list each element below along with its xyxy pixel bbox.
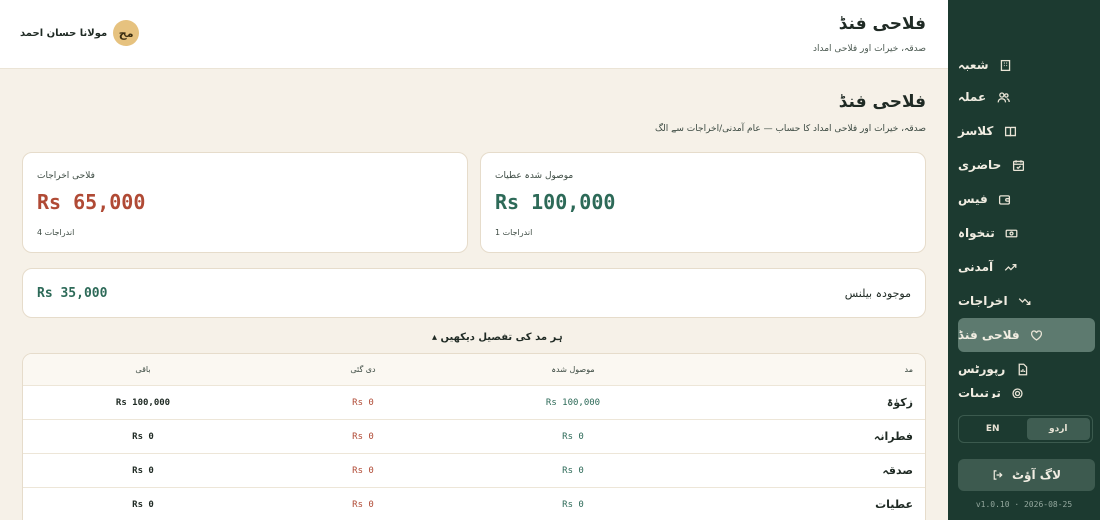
logout-label: لاگ آؤٹ xyxy=(1011,468,1062,482)
balance-value: Rs 35,000 xyxy=(37,286,108,301)
sidebar-item-attendance[interactable]: حاضری xyxy=(958,148,1095,182)
cell-received: Rs 0 xyxy=(562,499,584,510)
col-header-given: دی گئی xyxy=(350,365,376,374)
sidebar-item-income[interactable]: آمدنی xyxy=(958,250,1095,284)
sidebar-item-departments[interactable]: شعبہ xyxy=(958,58,1095,80)
lang-urdu-button[interactable]: اردو xyxy=(1026,418,1090,440)
welfare-expenses-card: فلاحی اخراجات Rs 65,000 4 اندراجات xyxy=(22,152,468,253)
cell-remaining: Rs 0 xyxy=(132,499,154,510)
cell-received: Rs 0 xyxy=(562,431,584,442)
sidebar-item-label: رپورٹس xyxy=(958,362,1006,376)
top-header: فلاحی فنڈ صدقہ، خیرات اور فلاحی امداد مو… xyxy=(0,0,948,69)
card-label: موصول شدہ عطیات xyxy=(495,171,574,181)
page-title: فلاحی فنڈ xyxy=(838,92,926,112)
heart-hand-icon xyxy=(1030,328,1044,342)
lang-en-button[interactable]: EN xyxy=(961,418,1025,440)
card-label: فلاحی اخراجات xyxy=(37,171,95,181)
user-name: مولانا حسان احمد xyxy=(20,27,108,39)
sidebar-item-settings[interactable]: ترتیبات xyxy=(958,386,1095,398)
sidebar-item-label: فیس xyxy=(958,192,988,206)
user-menu[interactable]: مولانا حسان احمد مح xyxy=(20,20,140,46)
cell-remaining: Rs 0 xyxy=(132,465,154,476)
sidebar: شعبہ عملہ کلاسز حاضری فیس تنخواہ آمدنی ا… xyxy=(948,0,1100,520)
sidebar-nav: شعبہ عملہ کلاسز حاضری فیس تنخواہ آمدنی ا… xyxy=(948,58,1100,398)
logout-button[interactable]: لاگ آؤٹ xyxy=(958,459,1095,491)
gear-icon xyxy=(1011,386,1025,398)
fund-breakdown-table: مد موصول شدہ دی گئی باقی زکوٰۃ Rs 100,00… xyxy=(22,353,926,520)
cell-given: Rs 0 xyxy=(352,465,374,476)
banknote-icon xyxy=(1005,226,1019,240)
calendar-check-icon xyxy=(1011,158,1025,172)
wallet-icon xyxy=(998,192,1012,206)
sidebar-item-label: شعبہ xyxy=(958,58,989,72)
card-entry-count: 4 اندراجات xyxy=(37,228,75,237)
table-row: عطیات Rs 0 Rs 0 Rs 0 xyxy=(23,488,925,520)
col-header-received: موصول شدہ xyxy=(551,365,595,374)
cell-given: Rs 0 xyxy=(352,431,374,442)
app-version: v1.0.10 · 2026-08-25 xyxy=(975,500,1073,509)
card-entry-count: 1 اندراجات xyxy=(495,228,533,237)
cell-fund: فطرانہ xyxy=(873,430,913,443)
sidebar-item-label: فلاحی فنڈ xyxy=(958,328,1020,342)
table-row: فطرانہ Rs 0 Rs 0 Rs 0 xyxy=(23,420,925,454)
cell-received: Rs 0 xyxy=(562,465,584,476)
cell-remaining: Rs 100,000 xyxy=(115,397,171,408)
sidebar-item-label: کلاسز xyxy=(958,124,994,138)
received-donations-card: موصول شدہ عطیات Rs 100,000 1 اندراجات xyxy=(480,152,926,253)
trend-up-icon xyxy=(1003,260,1017,274)
sidebar-item-label: عملہ xyxy=(958,90,987,104)
book-icon xyxy=(1003,124,1017,138)
trend-down-icon xyxy=(1018,294,1032,308)
header-subtitle: صدقہ، خیرات اور فلاحی امداد xyxy=(813,44,926,54)
building-icon xyxy=(999,58,1013,72)
cell-given: Rs 0 xyxy=(352,499,374,510)
cell-fund: صدقہ xyxy=(882,464,913,477)
cell-fund: عطیات xyxy=(875,498,913,511)
sidebar-item-label: حاضری xyxy=(958,158,1002,172)
cell-received: Rs 100,000 xyxy=(545,397,601,408)
col-header-remaining: باقی xyxy=(135,365,151,374)
sidebar-item-label: آمدنی xyxy=(958,260,994,274)
header-title: فلاحی فنڈ xyxy=(838,14,926,34)
balance-label: موجودہ بیلنس xyxy=(844,287,911,300)
table-row: صدقہ Rs 0 Rs 0 Rs 0 xyxy=(23,454,925,488)
sidebar-item-classes[interactable]: کلاسز xyxy=(958,114,1095,148)
card-value: Rs 100,000 xyxy=(495,190,616,214)
main-content: فلاحی فنڈ صدقہ، خیرات اور فلاحی امداد کا… xyxy=(0,70,948,520)
language-switcher: اردو EN xyxy=(958,415,1093,443)
card-value: Rs 65,000 xyxy=(37,190,146,214)
avatar[interactable]: مح xyxy=(113,20,140,46)
sidebar-item-label: تنخواہ xyxy=(958,226,995,240)
sidebar-item-staff[interactable]: عملہ xyxy=(958,80,1095,114)
table-header-row: مد موصول شدہ دی گئی باقی xyxy=(23,354,925,386)
page-subtitle: صدقہ، خیرات اور فلاحی امداد کا حساب — عا… xyxy=(654,124,926,134)
logout-icon xyxy=(993,470,1003,480)
cell-given: Rs 0 xyxy=(352,397,374,408)
cell-fund: زکوٰۃ xyxy=(886,396,913,409)
sidebar-item-salary[interactable]: تنخواہ xyxy=(958,216,1095,250)
sidebar-item-label: اخراجات xyxy=(958,294,1008,308)
sidebar-item-fees[interactable]: فیس xyxy=(958,182,1095,216)
current-balance-card: موجودہ بیلنس Rs 35,000 xyxy=(22,268,926,318)
sidebar-item-label: ترتیبات xyxy=(958,386,1001,398)
cell-remaining: Rs 0 xyxy=(132,431,154,442)
col-header-fund: مد xyxy=(904,365,913,374)
file-report-icon xyxy=(1015,362,1029,376)
sidebar-item-reports[interactable]: رپورٹس xyxy=(958,352,1095,386)
users-icon xyxy=(996,90,1010,104)
toggle-fund-details[interactable]: ہر مد کی تفصیل دیکھیں ▴ xyxy=(432,332,563,343)
table-row: زکوٰۃ Rs 100,000 Rs 0 Rs 100,000 xyxy=(23,386,925,420)
sidebar-item-expenses[interactable]: اخراجات xyxy=(958,284,1095,318)
sidebar-item-welfare-fund[interactable]: فلاحی فنڈ xyxy=(958,318,1095,352)
